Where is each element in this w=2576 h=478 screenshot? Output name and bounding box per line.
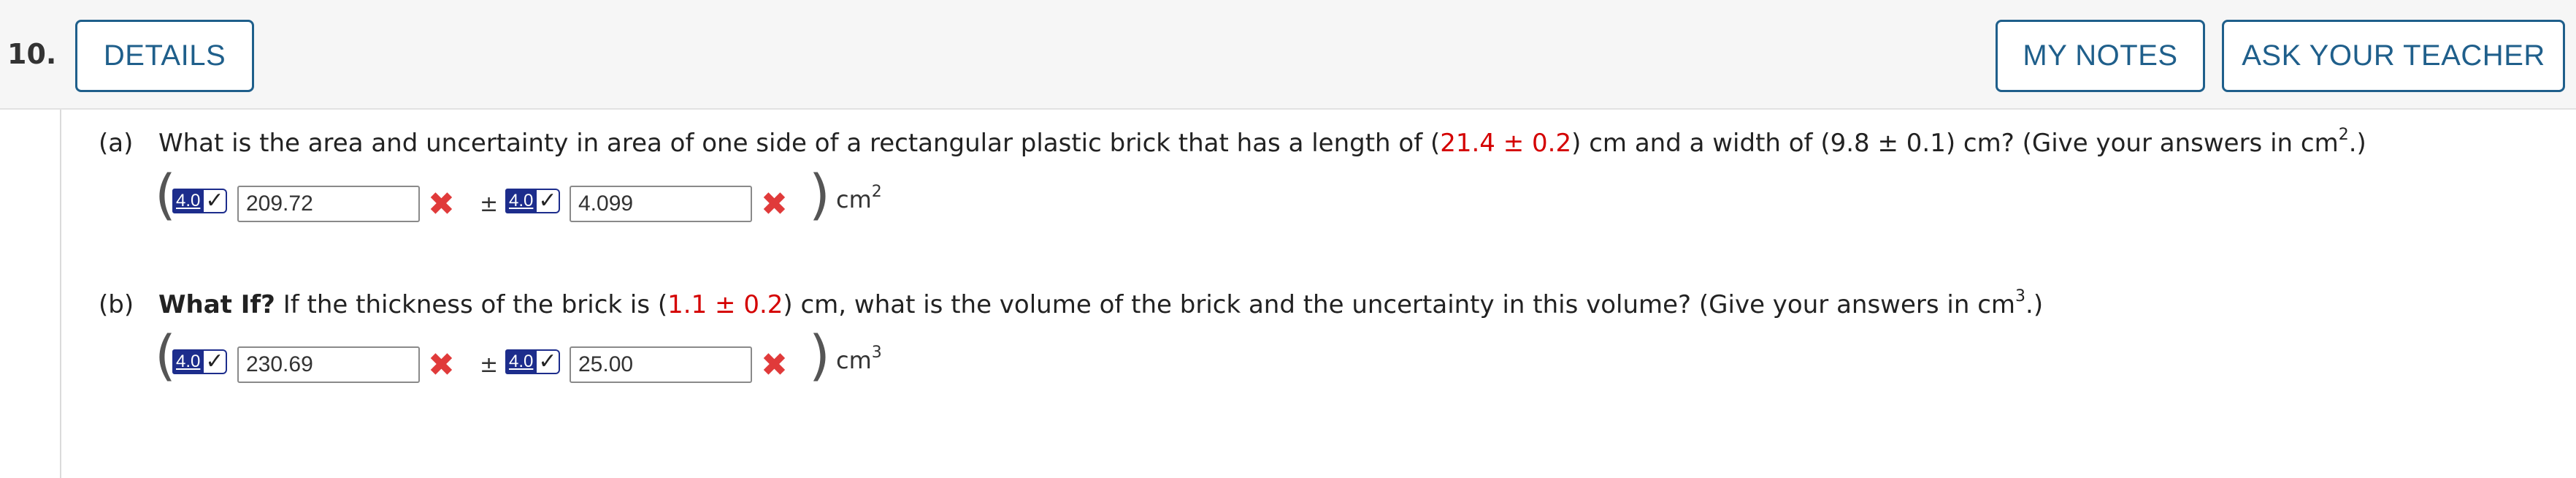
left-divider: [60, 110, 61, 478]
part-a-length-value: 21.4 ± 0.2: [1440, 129, 1572, 158]
unit-text: cm: [836, 346, 872, 374]
incorrect-x-icon: ✖: [428, 346, 455, 384]
part-a-unit: cm2: [836, 183, 882, 213]
plus-minus-sign: ±: [480, 352, 499, 378]
details-button[interactable]: DETAILS: [75, 20, 254, 92]
part-b-exponent: 3: [2015, 287, 2026, 306]
part-b-text-2: ) cm, what is the volume of the brick an…: [783, 290, 2016, 319]
check-icon: ✓: [537, 189, 560, 213]
part-a-answer-row: ( 4.0 ✓ 209.72 ✖ ± 4.0 ✓ 4.099 ✖ ) cm2: [153, 168, 957, 227]
my-notes-button[interactable]: MY NOTES: [1996, 20, 2205, 92]
check-icon: ✓: [204, 349, 227, 374]
unit-text: cm: [836, 186, 872, 213]
part-a-uncertainty-input[interactable]: 4.099: [570, 186, 752, 222]
incorrect-x-icon: ✖: [761, 346, 788, 384]
close-paren: ): [809, 164, 830, 227]
plus-minus-sign: ±: [480, 191, 499, 217]
part-b-label: (b): [99, 290, 134, 319]
part-a-label: (a): [99, 129, 134, 158]
ask-your-teacher-button[interactable]: ASK YOUR TEACHER: [2222, 20, 2565, 92]
part-a-uncertainty-badge[interactable]: 4.0 ✓: [505, 187, 564, 215]
unit-exponent: 3: [871, 344, 882, 362]
version-number: 4.0: [505, 349, 537, 374]
part-a-exponent: 2: [2338, 126, 2349, 144]
what-if-label: What If?: [158, 290, 275, 319]
part-b-uncertainty-input[interactable]: 25.00: [570, 346, 752, 383]
part-a-question: What is the area and uncertainty in area…: [158, 126, 2366, 158]
part-a-text-1: What is the area and uncertainty in area…: [158, 129, 1441, 158]
question-header: 10. DETAILS MY NOTES ASK YOUR TEACHER: [0, 0, 2576, 110]
unit-exponent: 2: [871, 183, 882, 201]
part-a-text-2: ) cm and a width of (9.8 ± 0.1) cm? (Giv…: [1571, 129, 2339, 158]
part-a-text-3: .): [2348, 129, 2366, 158]
version-number: 4.0: [172, 189, 204, 213]
part-b-unit: cm3: [836, 344, 882, 374]
check-icon: ✓: [204, 189, 227, 213]
part-b-uncertainty-badge[interactable]: 4.0 ✓: [505, 348, 564, 376]
close-paren: ): [809, 325, 830, 387]
part-b-text-3: .): [2025, 290, 2044, 319]
incorrect-x-icon: ✖: [428, 186, 455, 223]
question-number: 10.: [7, 38, 57, 70]
incorrect-x-icon: ✖: [761, 186, 788, 223]
part-b-thickness-value: 1.1 ± 0.2: [667, 290, 783, 319]
part-b-answer-row: ( 4.0 ✓ 230.69 ✖ ± 4.0 ✓ 25.00 ✖ ) cm3: [153, 329, 957, 387]
part-a-answer-badge[interactable]: 4.0 ✓: [172, 187, 231, 215]
part-b-answer-badge[interactable]: 4.0 ✓: [172, 348, 231, 376]
part-b-text-1: If the thickness of the brick is (: [275, 290, 668, 319]
check-icon: ✓: [537, 349, 560, 374]
part-b-question: What If? If the thickness of the brick i…: [158, 287, 2044, 319]
version-number: 4.0: [172, 349, 204, 374]
version-number: 4.0: [505, 189, 537, 213]
part-a-area-input[interactable]: 209.72: [237, 186, 420, 222]
part-b-volume-input[interactable]: 230.69: [237, 346, 420, 383]
